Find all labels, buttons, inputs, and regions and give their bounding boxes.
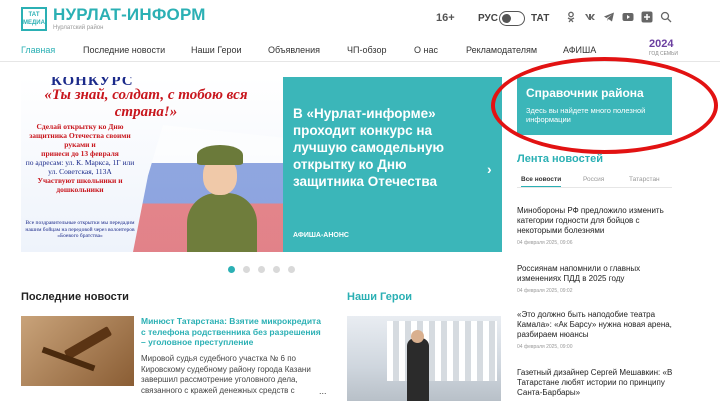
poster-slogan: «Ты знай, солдат, с тобою вся страна!» [44,87,248,120]
latest-news-headline[interactable]: Минюст Татарстана: Взятие микрокредита с… [141,316,326,348]
directory-description: Здесь вы найдете много полезной информац… [526,106,646,124]
age-rating: 16+ [436,12,455,24]
poster-text: Сделай открытку ко Дню защитника Отечест… [25,122,135,194]
slider-dot-1[interactable] [228,266,235,273]
year-badge-caption: ГОД СЕМЬИ [649,51,678,57]
lang-tat-label[interactable]: ТАТ [531,13,549,24]
feed-item-time: 04 февраля 2025, 09:00 [517,344,573,350]
youtube-icon[interactable] [622,11,634,23]
nav-item-home[interactable]: Главная [21,45,55,55]
tatmedia-logo[interactable]: ТАТ МЕДИА [21,7,47,31]
main-nav: Главная Последние новости Наши Герои Объ… [0,40,720,62]
slider-dot-4[interactable] [273,266,280,273]
gavel-news-image[interactable] [21,316,134,386]
news-feed-title[interactable]: Лента новостей [517,153,603,165]
nav-item-about[interactable]: О нас [414,45,438,55]
slider-dot-3[interactable] [258,266,265,273]
telegram-icon[interactable] [603,11,615,23]
latest-news-excerpt: Мировой судья судебного участка № 6 по К… [141,354,311,395]
feed-item[interactable]: Газетный дизайнер Сергей Мешавкин: «В Та… [517,368,677,398]
logo-line-1: ТАТ [28,12,40,18]
nav-item-emergency[interactable]: ЧП-обзор [347,45,386,55]
nav-item-heroes[interactable]: Наши Герои [191,45,242,55]
header: ТАТ МЕДИА НУРЛАТ-ИНФОРМ Нурлатский район… [0,0,720,36]
logo-line-2: МЕДИА [23,20,45,26]
directory-title: Справочник района [526,86,644,100]
poster-text-2: принеси до 13 февраля [41,149,119,158]
feed-item-time: 04 февраля 2025, 09:02 [517,288,573,294]
poster-text-1: Сделай открытку ко Дню защитника Отечест… [29,122,131,149]
language-toggle[interactable] [499,11,525,26]
news-feed-tabs: Все новости Россия Татарстан [517,170,672,188]
feed-item[interactable]: Минобороны РФ предложило изменить катего… [517,206,677,246]
contest-poster: КОНКУРС «Ты знай, солдат, с тобою вся ст… [21,77,283,252]
poster-text-4: Участвуют школьники и дошкольники [37,176,123,194]
featured-slider[interactable]: КОНКУРС «Ты знай, солдат, с тобою вся ст… [21,77,502,252]
site-subtitle: Нурлатский район [53,25,104,31]
feed-item-time: 04 февраля 2025, 09:06 [517,240,573,246]
slide-headline[interactable]: В «Нурлат-информе» проходит конкурс на л… [293,105,473,190]
slide-category[interactable]: АФИША-АНОНС [293,232,349,239]
latest-news-title[interactable]: Последние новости [21,291,129,303]
feed-item[interactable]: Россиянам напомнили о главных изменениях… [517,264,677,294]
tab-all-news[interactable]: Все новости [521,176,562,187]
nav-item-ads[interactable]: Объявления [268,45,320,55]
year-of-family-badge[interactable]: 2024 ГОД СЕМЬИ [649,39,678,59]
site-name[interactable]: НУРЛАТ-ИНФОРМ [53,5,206,25]
feed-item-title[interactable]: Газетный дизайнер Сергей Мешавкин: «В Та… [517,368,677,398]
feed-item-title[interactable]: «Это должно быть наподобие театра Камала… [517,310,677,340]
heroes-section-title[interactable]: Наши Герои [347,291,412,303]
search-icon[interactable] [660,11,672,23]
nav-item-advertisers[interactable]: Рекламодателям [466,45,537,55]
ok-icon[interactable] [565,11,577,23]
tab-russia[interactable]: Россия [583,176,604,183]
nav-item-afisha[interactable]: АФИША [563,45,596,55]
poster-text-3: по адресам: ул. К. Маркса, 1Г или ул. Со… [25,158,135,176]
tab-tatarstan[interactable]: Татарстан [629,176,660,183]
feed-item-title[interactable]: Минобороны РФ предложило изменить катего… [517,206,677,236]
more-ellipsis[interactable]: ... [319,386,327,396]
nav-item-latest-news[interactable]: Последние новости [83,45,165,55]
slider-dot-2[interactable] [243,266,250,273]
vk-icon[interactable] [584,11,596,23]
child-soldier-photo [181,129,261,252]
poster-footnote: Все поздравительные открытки мы передади… [25,220,135,239]
slider-dot-5[interactable] [288,266,295,273]
hero-photo[interactable] [347,316,501,401]
slider-next-arrow[interactable]: › [487,161,492,177]
feed-item-title[interactable]: Россиянам напомнили о главных изменениях… [517,264,677,284]
feed-item[interactable]: «Это должно быть наподобие театра Камала… [517,310,677,350]
lang-ru-label[interactable]: РУС [478,13,498,24]
plus-icon[interactable] [641,11,653,23]
district-directory-banner[interactable]: Справочник района Здесь вы найдете много… [517,77,672,135]
